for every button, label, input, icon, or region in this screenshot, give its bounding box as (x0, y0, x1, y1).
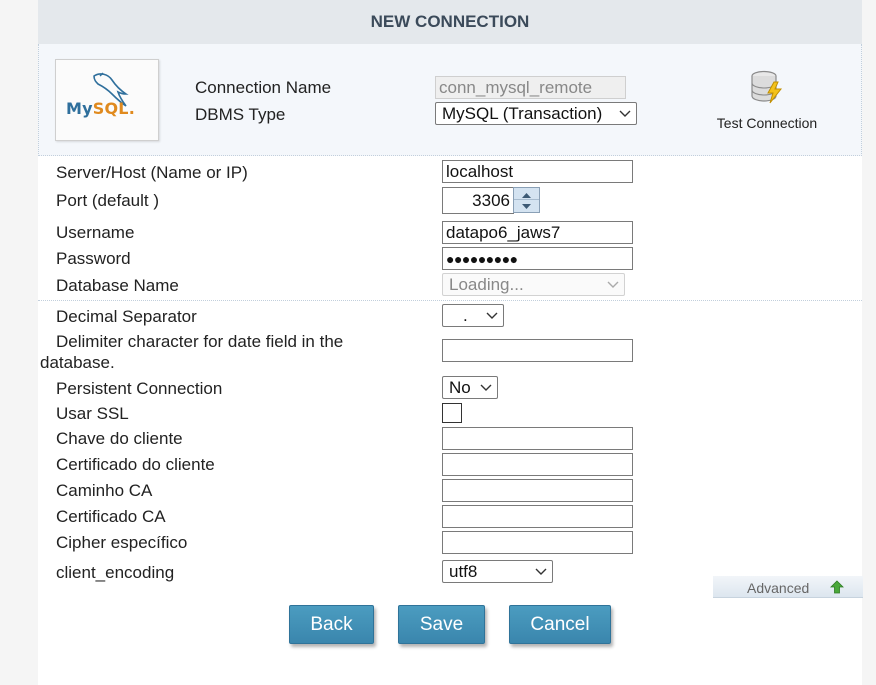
arrow-down-icon (522, 204, 531, 209)
database-lightning-icon (751, 70, 783, 104)
delimiter-label-line2: database. (40, 353, 115, 372)
chevron-down-icon (535, 568, 547, 575)
port-label: Port (default ) (56, 191, 159, 210)
ca-cert-input[interactable] (442, 505, 633, 528)
username-input[interactable]: datapo6_jaws7 (442, 221, 633, 244)
chevron-down-icon (486, 312, 498, 319)
save-button[interactable]: Save (398, 605, 485, 644)
chevron-down-icon (619, 110, 631, 117)
port-stepper[interactable] (513, 187, 540, 213)
stepper-up[interactable] (514, 188, 539, 200)
stepper-down[interactable] (514, 200, 539, 212)
password-input[interactable]: ●●●●●●●●● (442, 247, 633, 270)
advanced-label: Advanced (747, 580, 810, 596)
ssl-label: Usar SSL (56, 404, 129, 423)
dbms-type-select[interactable]: MySQL (Transaction) (435, 102, 637, 125)
client-key-label: Chave do cliente (56, 429, 183, 448)
client-encoding-select[interactable]: utf8 (442, 560, 553, 583)
arrow-up-icon (830, 580, 844, 594)
logo-text: MySQL. (66, 99, 135, 118)
chevron-down-icon (480, 384, 492, 391)
test-connection-label: Test Connection (716, 115, 818, 131)
database-name-select[interactable]: Loading... (442, 273, 625, 296)
decimal-separator-select[interactable]: . (442, 304, 504, 327)
server-label: Server/Host (Name or IP) (56, 163, 248, 182)
ca-cert-label: Certificado CA (56, 507, 166, 526)
back-button[interactable]: Back (289, 605, 374, 644)
advanced-toggle[interactable]: Advanced (713, 576, 863, 598)
decimal-separator-value: . (463, 306, 468, 325)
persistent-connection-label: Persistent Connection (56, 379, 223, 398)
cancel-button[interactable]: Cancel (509, 605, 611, 644)
dbms-type-label: DBMS Type (195, 105, 286, 124)
persistent-connection-select[interactable]: No (442, 376, 498, 399)
dbms-type-value: MySQL (Transaction) (442, 104, 603, 123)
password-label: Password (56, 249, 131, 268)
decimal-separator-label: Decimal Separator (56, 307, 197, 326)
cipher-label: Cipher específico (56, 533, 188, 552)
client-cert-input[interactable] (442, 453, 633, 476)
test-connection-button[interactable]: Test Connection (712, 70, 822, 131)
username-label: Username (56, 223, 135, 242)
connection-name-field[interactable]: conn_mysql_remote (435, 76, 626, 99)
section-divider (38, 300, 862, 301)
mysql-logo: MySQL. (55, 59, 159, 141)
server-host-input[interactable]: localhost (442, 160, 633, 183)
ssl-checkbox[interactable] (442, 403, 462, 423)
persistent-connection-value: No (449, 378, 471, 397)
ca-path-label: Caminho CA (56, 481, 153, 500)
connection-name-label: Connection Name (195, 78, 332, 97)
client-key-input[interactable] (442, 427, 633, 450)
database-name-value: Loading... (449, 275, 524, 294)
client-encoding-value: utf8 (449, 562, 478, 581)
cipher-input[interactable] (442, 531, 633, 554)
client-cert-label: Certificado do cliente (56, 455, 215, 474)
date-delimiter-input[interactable] (442, 339, 633, 362)
ca-path-input[interactable] (442, 479, 633, 502)
page-title: NEW CONNECTION (38, 0, 862, 44)
chevron-down-icon (607, 281, 619, 288)
port-input[interactable]: 3306 (442, 187, 514, 214)
client-encoding-label: client_encoding (56, 563, 175, 582)
database-name-label: Database Name (56, 276, 179, 295)
delimiter-label-line1: Delimiter character for date field in th… (56, 332, 344, 351)
